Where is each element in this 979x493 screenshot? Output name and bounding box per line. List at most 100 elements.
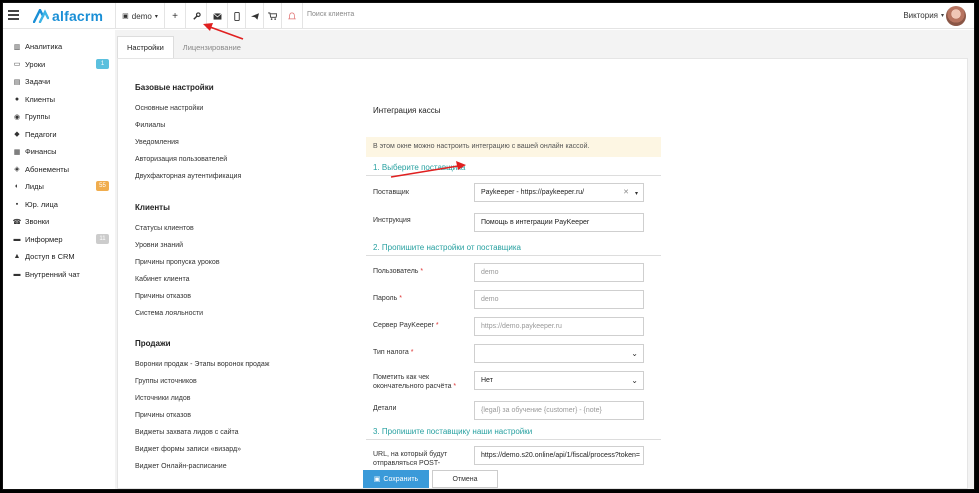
settings-link[interactable]: Система лояльности (135, 310, 203, 317)
mail-icon[interactable] (207, 3, 227, 29)
password-label: Пароль * (373, 295, 402, 302)
sidebar-item[interactable]: ◈ Абонементы (3, 161, 115, 178)
provider-select[interactable]: Paykeeper - https://paykeeper.ru/ ✕ ▾ (474, 183, 644, 202)
branch-selector[interactable]: ▣ demo ▾ (116, 3, 164, 29)
final-receipt-select[interactable]: Нет ⌄ (474, 371, 644, 390)
groups-icon: ◉ (13, 113, 21, 121)
sidebar-item[interactable]: ▥ Аналитика (3, 38, 115, 55)
settings-link[interactable]: Авторизация пользователей (135, 156, 227, 163)
sidebar-item[interactable]: ▬ Информер 11 (3, 231, 115, 248)
save-icon: ▣ (373, 476, 381, 483)
tasks-icon: ▤ (13, 78, 21, 86)
sidebar-item[interactable]: ☎ Звонки (3, 213, 115, 230)
avatar[interactable] (946, 6, 966, 26)
access-icon: ▲ (13, 253, 21, 260)
details-label: Детали (373, 405, 397, 412)
password-field[interactable]: demo (474, 290, 644, 309)
wrench-icon[interactable] (186, 3, 206, 29)
settings-link[interactable]: Виджеты захвата лидов с сайта (135, 429, 239, 436)
count-badge: 1 (96, 58, 109, 69)
tax-type-select[interactable]: ⌄ (474, 344, 644, 363)
logo-text: alfacrm (52, 8, 104, 24)
provider-value: Paykeeper - https://paykeeper.ru/ (481, 189, 585, 196)
lessons-icon: ▭ (13, 61, 21, 68)
settings-link[interactable]: Кабинет клиента (135, 276, 189, 283)
sidebar-item[interactable]: ▪ Юр. лица (3, 196, 115, 213)
sidebar-item-label: Клиенты (25, 94, 56, 104)
sidebar-item[interactable]: ◐ Лиды 55 (3, 178, 115, 195)
server-label: Сервер PayKeeper * (373, 322, 439, 329)
chevron-down-icon: ⌄ (631, 376, 638, 385)
settings-link[interactable]: Двухфакторная аутентификация (135, 173, 241, 180)
menu-icon[interactable] (8, 10, 19, 20)
sidebar-item[interactable]: ▬ Внутренний чат (3, 266, 115, 283)
settings-link[interactable]: Уведомления (135, 139, 179, 146)
settings-link[interactable]: Основные настройки (135, 105, 203, 112)
chevron-down-icon: ▾ (154, 13, 158, 20)
clear-icon[interactable]: ✕ (623, 188, 629, 196)
tab-settings[interactable]: Настройки (117, 36, 174, 58)
step-heading: 3. Пропишите поставщику наши настройки (373, 427, 533, 436)
sidebar-item[interactable]: ▤ Задачи (3, 73, 115, 90)
count-badge: 11 (96, 233, 109, 244)
section-title-basic: Базовые настройки (135, 83, 214, 92)
user-field[interactable]: demo (474, 263, 644, 282)
sidebar-item[interactable]: ▲ Доступ в CRM (3, 248, 115, 265)
count-badge: 55 (96, 181, 109, 191)
settings-link[interactable]: Причины отказов (135, 293, 191, 300)
sidebar-item-label: Информер (25, 234, 63, 244)
cancel-button[interactable]: Отмена (432, 470, 498, 488)
sidebar-item-label: Уроки (25, 59, 46, 69)
url-field[interactable]: https://demo.s20.online/api/1/fiscal/pro… (474, 446, 644, 465)
telegram-icon[interactable] (246, 3, 263, 29)
divider (366, 439, 661, 440)
calls-icon: ☎ (12, 218, 22, 226)
sidebar-item-label: Звонки (25, 217, 50, 226)
user-name[interactable]: Виктория (903, 11, 938, 20)
phone-icon[interactable] (228, 3, 245, 29)
sidebar: ▥ Аналитика ▭ Уроки 1 ▤ Задачи ● Клиенты ◉ Группы ◆… (3, 30, 115, 489)
info-notice: В этом окне можно настроить интеграцию с… (366, 137, 661, 157)
cart-icon[interactable] (264, 3, 281, 29)
client-search-input[interactable]: Поиск клиента (307, 11, 354, 18)
plus-icon[interactable]: + (165, 3, 185, 29)
leads-icon: ◐ (14, 183, 20, 190)
settings-link[interactable]: Виджет формы записи «визард» (135, 446, 241, 453)
chevron-down-icon: ⌄ (631, 349, 638, 358)
sidebar-item-label: Педагоги (25, 129, 57, 139)
sidebar-item-label: Доступ в CRM (25, 252, 75, 261)
settings-link[interactable]: Уровни знаний (135, 242, 183, 249)
sidebar-item[interactable]: ● Клиенты (3, 91, 115, 108)
logo[interactable]: alfacrm (33, 8, 103, 24)
settings-link[interactable]: Воронки продаж - Этапы воронок продаж (135, 361, 269, 368)
sidebar-item[interactable]: ▦ Финансы (3, 143, 115, 160)
form-title: Интеграция кассы (373, 106, 441, 115)
divider (302, 3, 303, 29)
sidebar-item[interactable]: ◆ Педагоги (3, 126, 115, 143)
section-title-sales: Продажи (135, 339, 171, 348)
subscription-icon: ◈ (14, 166, 20, 173)
settings-link[interactable]: Статусы клиентов (135, 225, 194, 232)
chat-icon: ▬ (13, 270, 21, 278)
tab-licensing[interactable]: Лицензирование (174, 36, 250, 58)
sidebar-item-label: Лиды (25, 182, 44, 191)
details-field[interactable]: {legal} за обучение {customer} - {note} (474, 401, 644, 420)
sidebar-item-label: Юр. лица (25, 199, 58, 209)
tax-type-label: Тип налога * (373, 349, 414, 356)
chevron-down-icon: ▾ (634, 191, 638, 197)
bell-icon[interactable] (282, 3, 302, 29)
settings-link[interactable]: Источники лидов (135, 395, 190, 402)
sidebar-item-label: Аналитика (25, 42, 63, 51)
instruction-link[interactable]: Помощь в интеграции PayKeeper (474, 213, 644, 232)
sidebar-item[interactable]: ▭ Уроки 1 (3, 56, 115, 73)
sidebar-item-label: Группы (25, 112, 50, 121)
settings-link[interactable]: Причины пропуска уроков (135, 259, 220, 266)
server-field[interactable]: https://demo.paykeeper.ru (474, 317, 644, 336)
save-button[interactable]: ▣ Сохранить (363, 470, 429, 488)
chevron-down-icon[interactable]: ▾ (941, 12, 944, 19)
settings-link[interactable]: Филиалы (135, 122, 165, 129)
settings-link[interactable]: Виджет Онлайн-расписание (135, 463, 227, 470)
settings-link[interactable]: Группы источников (135, 378, 197, 385)
settings-link[interactable]: Причины отказов (135, 412, 191, 419)
sidebar-item[interactable]: ◉ Группы (3, 108, 115, 125)
